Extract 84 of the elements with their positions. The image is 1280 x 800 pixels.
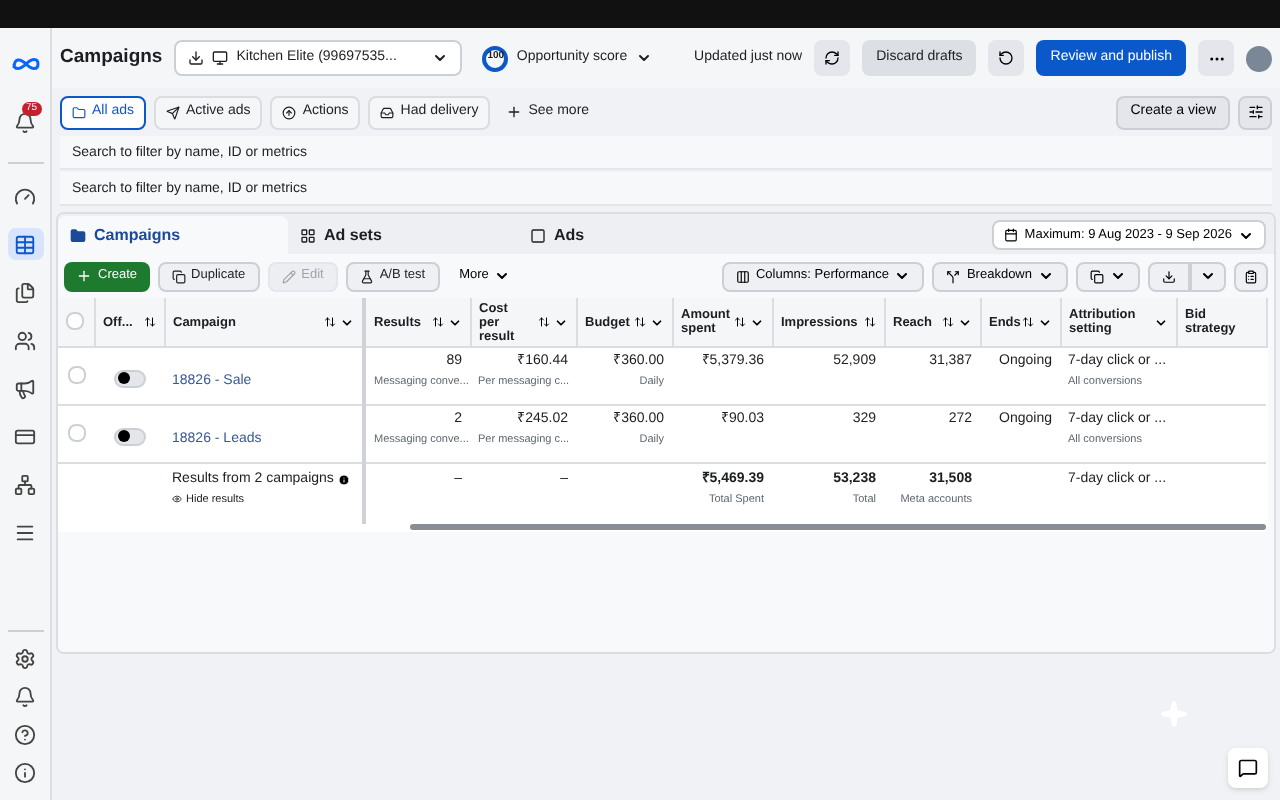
caret-icon: [1153, 315, 1167, 329]
sliders-icon: [1247, 104, 1263, 120]
pencil-icon: [281, 269, 296, 283]
sort-icon: [733, 316, 745, 328]
sort-icon: [431, 316, 443, 328]
download-icon: [1162, 269, 1176, 283]
people-icon: [14, 329, 36, 351]
settings-button[interactable]: [1238, 95, 1272, 129]
arrow-circle-icon: [282, 105, 297, 119]
caret-icon: [1038, 268, 1054, 284]
copy-icon: [1090, 269, 1104, 283]
settings-icon[interactable]: [14, 648, 36, 670]
gauge-icon: [14, 185, 36, 207]
folder-icon: [72, 105, 86, 119]
sort-icon: [633, 316, 645, 328]
card-icon: [14, 425, 36, 447]
inbox-icon: [380, 105, 395, 119]
chat-button[interactable]: [1228, 748, 1268, 788]
toggle-switch[interactable]: [113, 369, 145, 387]
plus-icon: [76, 268, 92, 284]
checkbox[interactable]: [67, 366, 85, 384]
checkbox[interactable]: [66, 312, 85, 330]
paper-plane-icon: [166, 105, 181, 119]
copy-menu-button[interactable]: [1076, 261, 1140, 291]
refresh-button[interactable]: [814, 40, 851, 76]
caret-icon: [340, 315, 354, 329]
info-icon[interactable]: [14, 762, 36, 784]
caret-icon: [635, 50, 652, 66]
logo-icon: [11, 56, 39, 72]
eye-icon: [172, 494, 182, 505]
undo-icon: [998, 50, 1015, 66]
export-menu-button[interactable]: [1190, 261, 1226, 291]
flask-icon: [359, 269, 374, 283]
avatar[interactable]: [1246, 45, 1272, 71]
help-icon[interactable]: [14, 724, 36, 746]
export-button[interactable]: [1148, 261, 1190, 291]
sort-icon: [143, 316, 155, 328]
caret-icon: [1110, 268, 1126, 284]
caret-icon: [1037, 315, 1051, 329]
report-button[interactable]: [1234, 261, 1268, 291]
square-icon: [530, 227, 546, 243]
sort-icon: [941, 316, 953, 328]
split-icon: [946, 269, 961, 283]
caret-icon: [649, 315, 663, 329]
caret-icon: [894, 268, 911, 284]
calendar-icon: [1004, 228, 1019, 242]
documents-icon: [14, 281, 36, 303]
copy-icon: [171, 269, 186, 283]
bell-icon[interactable]: [14, 686, 36, 708]
sort-icon: [1021, 316, 1033, 328]
caret-icon: [447, 315, 461, 329]
chat-icon: [1238, 758, 1258, 778]
sort-icon: [537, 316, 549, 328]
hierarchy-icon: [14, 473, 36, 495]
tab[interactable]: Ad sets: [288, 216, 518, 254]
tab[interactable]: Campaigns: [58, 216, 288, 254]
refresh-icon: [824, 50, 841, 66]
menu-icon: [14, 521, 36, 543]
clipboard-icon: [1244, 269, 1258, 283]
table-icon: [14, 233, 36, 255]
columns-icon: [735, 269, 750, 283]
horizontal-scrollbar[interactable]: [410, 523, 1266, 529]
toggle-switch[interactable]: [113, 427, 145, 445]
caret-icon: [553, 315, 567, 329]
undo-button[interactable]: [988, 40, 1025, 76]
plus-icon: [506, 104, 523, 120]
grid-icon: [300, 227, 316, 243]
sort-icon: [863, 316, 875, 328]
notification-icon[interactable]: [14, 112, 36, 134]
checkbox[interactable]: [67, 424, 85, 442]
folder-icon: [70, 227, 86, 243]
caret-icon: [957, 315, 971, 329]
caret-icon: [1238, 227, 1254, 243]
caret-icon: [494, 268, 511, 284]
nav-item[interactable]: [7, 228, 43, 260]
monitor-icon: [212, 50, 229, 66]
download-icon: [188, 50, 205, 66]
tab[interactable]: Ads: [518, 216, 748, 254]
caret-icon: [1200, 268, 1216, 284]
caret-icon: [749, 315, 763, 329]
caret-icon: [432, 50, 449, 66]
page-title: Campaigns: [60, 43, 163, 72]
megaphone-icon: [14, 377, 36, 399]
sort-icon: [324, 316, 336, 328]
